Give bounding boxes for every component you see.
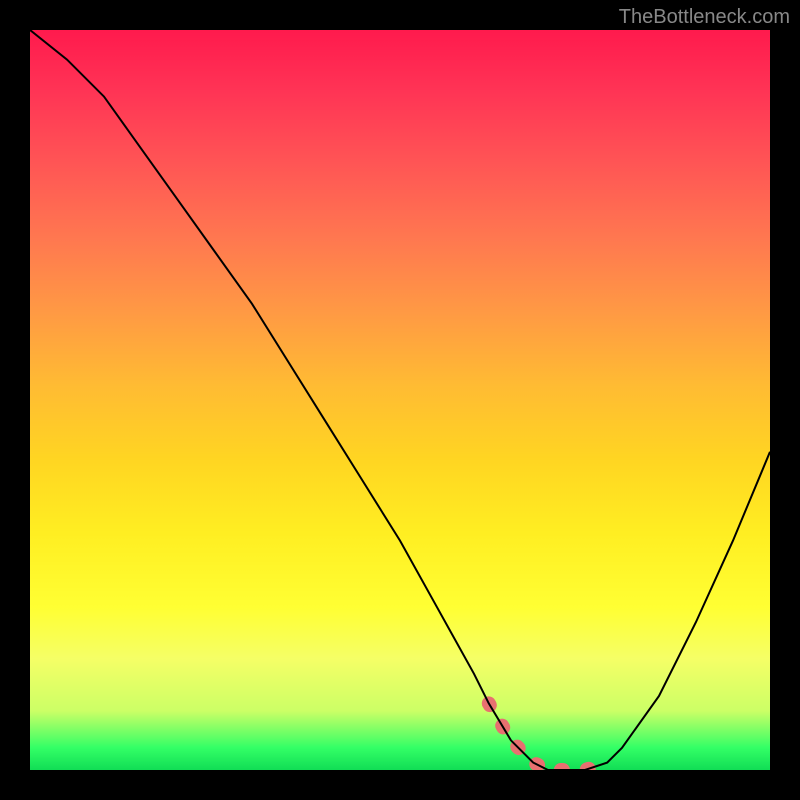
bottleneck-curve [30,30,770,770]
highlight-segment [489,703,607,770]
plot-area [30,30,770,770]
watermark: TheBottleneck.com [619,6,790,29]
chart-svg [30,30,770,770]
